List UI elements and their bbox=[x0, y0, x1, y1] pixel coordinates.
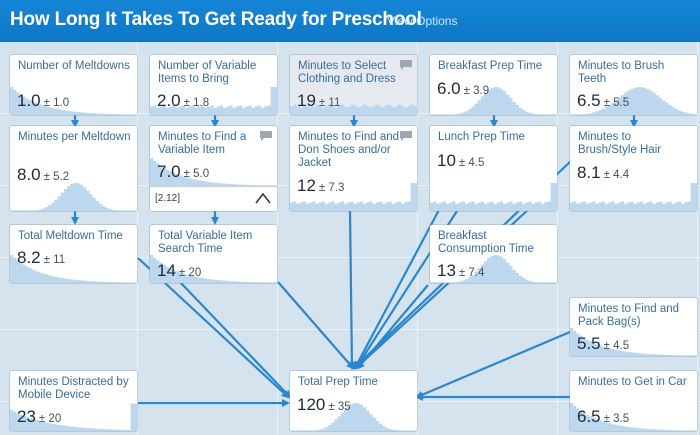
card-value: 14 ± 20 bbox=[157, 261, 201, 281]
std-dev: ± 20 bbox=[178, 267, 202, 279]
std-dev: ± 4.5 bbox=[458, 157, 485, 169]
card-title: Total Prep Time bbox=[298, 376, 378, 388]
card-value: 13 ± 7.4 bbox=[437, 261, 484, 281]
histogram bbox=[570, 183, 697, 211]
std-dev: ± 11 bbox=[43, 254, 66, 266]
card-title: Minutes to Brush/Style Hair bbox=[578, 131, 662, 156]
std-dev: ± 3.9 bbox=[463, 85, 490, 97]
comment-icon[interactable] bbox=[259, 130, 273, 141]
card-find-shoes-jacket[interactable]: Minutes to Find and Don Shoes and/or Jac… bbox=[290, 126, 417, 211]
card-breakfast-consumption[interactable]: Breakfast Consumption Time 13 ± 7.4 bbox=[430, 225, 557, 283]
card-brush-style-hair[interactable]: Minutes to Brush/Style Hair 8.1 ± 4.4 bbox=[570, 126, 697, 211]
card-total-variable-item-search[interactable]: Total Variable Item Search Time 14 ± 20 bbox=[150, 225, 277, 283]
mean-value: 5.5 bbox=[577, 334, 601, 353]
mean-value: 6.5 bbox=[577, 91, 601, 110]
card-value: 120 ± 35 bbox=[297, 395, 351, 415]
std-dev: ± 11 bbox=[318, 97, 341, 109]
std-dev: ± 1.0 bbox=[43, 97, 70, 109]
card-value: 5.5 ± 4.5 bbox=[577, 334, 629, 354]
card-value: 12 ± 7.3 bbox=[297, 176, 344, 196]
card-value: 23 ± 20 bbox=[17, 407, 61, 427]
card-lunch-prep-time[interactable]: Lunch Prep Time 10 ± 4.5 bbox=[430, 126, 557, 211]
card-title: Breakfast Prep Time bbox=[438, 60, 543, 72]
mean-value: 8.2 bbox=[17, 248, 41, 267]
histogram-bars bbox=[570, 183, 697, 211]
card-title: Total Meltdown Time bbox=[18, 230, 123, 242]
card-value: 10 ± 4.5 bbox=[437, 151, 484, 171]
card-title: Minutes Distracted by Mobile Device bbox=[18, 376, 129, 401]
std-dev: ± 7.3 bbox=[318, 182, 345, 194]
comment-icon[interactable] bbox=[399, 130, 413, 141]
mean-value: 6.5 bbox=[577, 407, 601, 426]
card-title: Lunch Prep Time bbox=[438, 131, 525, 143]
mean-value: 19 bbox=[297, 91, 316, 110]
comment-icon[interactable] bbox=[399, 59, 413, 70]
std-dev: ± 5.5 bbox=[603, 97, 630, 109]
std-dev: ± 35 bbox=[328, 401, 351, 413]
view-options-link[interactable]: View Options bbox=[387, 14, 457, 28]
std-dev: ± 3.5 bbox=[603, 413, 630, 425]
mean-value: 12 bbox=[297, 176, 316, 195]
histogram-bars bbox=[10, 183, 137, 211]
card-title: Number of Variable Items to Bring bbox=[158, 60, 257, 85]
std-dev: ± 7.4 bbox=[458, 267, 485, 279]
card-value: 2.0 ± 1.8 bbox=[157, 91, 209, 111]
histogram bbox=[430, 183, 557, 211]
card-total-meltdown-time[interactable]: Total Meltdown Time 8.2 ± 11 bbox=[10, 225, 137, 283]
card-find-variable-item[interactable]: Minutes to Find a Variable Item 7.0 ± 5.0… bbox=[150, 126, 277, 211]
card-title: Minutes to Find and Don Shoes and/or Jac… bbox=[298, 131, 400, 169]
card-total-prep-time[interactable]: Total Prep Time 120 ± 35 bbox=[290, 371, 417, 431]
card-value: 8.2 ± 11 bbox=[17, 248, 65, 268]
mean-value: 13 bbox=[437, 261, 456, 280]
card-value: 7.0 ± 5.0 bbox=[157, 162, 209, 182]
mean-value: 1.0 bbox=[17, 91, 41, 110]
mean-value: 23 bbox=[17, 407, 36, 426]
card-distracted-by-mobile[interactable]: Minutes Distracted by Mobile Device 23 ± … bbox=[10, 371, 137, 431]
card-variable-items-to-bring[interactable]: Number of Variable Items to Bring 2.0 ± 1… bbox=[150, 55, 277, 115]
card-select-clothing[interactable]: Minutes to Select Clothing and Dress 19 ±… bbox=[290, 55, 417, 115]
histogram bbox=[10, 183, 137, 211]
histogram-bars bbox=[430, 183, 557, 211]
app-header: How Long It Takes To Get Ready for Presc… bbox=[0, 0, 700, 42]
app-title: How Long It Takes To Get Ready for Presc… bbox=[10, 9, 422, 30]
mean-value: 6.0 bbox=[437, 79, 461, 98]
card-minutes-per-meltdown[interactable]: Minutes per Meltdown 8.0 ± 5.2 bbox=[10, 126, 137, 211]
std-dev: ± 5.0 bbox=[183, 168, 210, 180]
card-title: Minutes per Meltdown bbox=[18, 131, 131, 143]
std-dev: ± 5.2 bbox=[43, 171, 70, 183]
card-value: 6.0 ± 3.9 bbox=[437, 79, 489, 99]
range-editor[interactable]: [2.12] bbox=[150, 186, 277, 211]
card-title: Minutes to Find a Variable Item bbox=[158, 131, 247, 156]
std-dev: ± 4.4 bbox=[603, 169, 630, 181]
card-value: 1.0 ± 1.0 bbox=[17, 91, 69, 111]
mean-value: 8.1 bbox=[577, 163, 601, 182]
card-value: 6.5 ± 3.5 bbox=[577, 407, 629, 427]
card-breakfast-prep-time[interactable]: Breakfast Prep Time 6.0 ± 3.9 bbox=[430, 55, 557, 115]
card-title: Number of Meltdowns bbox=[18, 60, 130, 72]
range-value: [2.12] bbox=[155, 193, 181, 204]
std-dev: ± 1.8 bbox=[183, 97, 210, 109]
card-value: 6.5 ± 5.5 bbox=[577, 91, 629, 111]
card-get-in-car[interactable]: Minutes to Get in Car 6.5 ± 3.5 bbox=[570, 371, 697, 431]
card-value: 8.0 ± 5.2 bbox=[17, 165, 69, 185]
mean-value: 10 bbox=[437, 151, 456, 170]
card-value: 8.1 ± 4.4 bbox=[577, 163, 629, 183]
mean-value: 120 bbox=[297, 395, 326, 414]
card-title: Minutes to Select Clothing and Dress bbox=[298, 60, 396, 85]
mean-value: 14 bbox=[157, 261, 176, 280]
distribution-curve-icon[interactable] bbox=[255, 192, 271, 204]
mean-value: 2.0 bbox=[157, 91, 181, 110]
mean-value: 7.0 bbox=[157, 162, 181, 181]
card-number-of-meltdowns[interactable]: Number of Meltdowns 1.0 ± 1.0 bbox=[10, 55, 137, 115]
card-value: 19 ± 11 bbox=[297, 91, 340, 111]
card-title: Minutes to Brush Teeth bbox=[578, 60, 665, 85]
std-dev: ± 4.5 bbox=[603, 340, 630, 352]
card-brush-teeth[interactable]: Minutes to Brush Teeth 6.5 ± 5.5 bbox=[570, 55, 697, 115]
card-title: Minutes to Get in Car bbox=[578, 376, 687, 388]
mean-value: 8.0 bbox=[17, 165, 41, 184]
std-dev: ± 20 bbox=[38, 413, 62, 425]
card-find-pack-bags[interactable]: Minutes to Find and Pack Bag(s) 5.5 ± 4.5 bbox=[570, 298, 697, 356]
